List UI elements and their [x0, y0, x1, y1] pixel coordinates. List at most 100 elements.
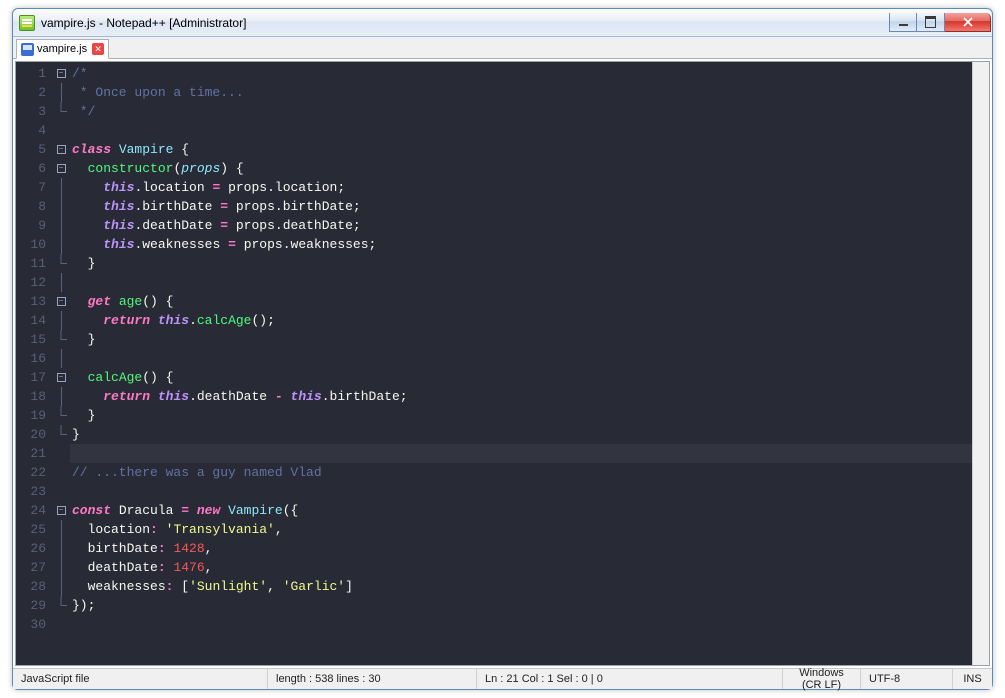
code-line[interactable]: /* — [72, 64, 972, 83]
line-number[interactable]: 19 — [16, 406, 46, 425]
code-line[interactable]: this.weaknesses = props.weaknesses; — [72, 235, 972, 254]
line-number[interactable]: 3 — [16, 102, 46, 121]
file-tab-vampire[interactable]: vampire.js ✕ — [16, 39, 109, 59]
status-length: length : 538 lines : 30 — [268, 669, 477, 689]
line-number[interactable]: 14 — [16, 311, 46, 330]
code-line[interactable]: // ...there was a guy named Vlad — [72, 463, 972, 482]
code-line[interactable]: */ — [72, 102, 972, 121]
file-tab-bar[interactable]: vampire.js ✕ — [13, 37, 992, 59]
line-number[interactable]: 7 — [16, 178, 46, 197]
line-number[interactable]: 27 — [16, 558, 46, 577]
code-line[interactable]: } — [72, 254, 972, 273]
code-line[interactable]: this.deathDate = props.deathDate; — [72, 216, 972, 235]
fold-cell — [52, 311, 70, 330]
fold-cell — [52, 178, 70, 197]
tab-close-icon[interactable]: ✕ — [92, 43, 104, 55]
code-line[interactable]: return this.calcAge(); — [72, 311, 972, 330]
line-number[interactable]: 26 — [16, 539, 46, 558]
code-line[interactable] — [72, 273, 972, 292]
line-number[interactable]: 20 — [16, 425, 46, 444]
line-number[interactable]: 29 — [16, 596, 46, 615]
vertical-scrollbar[interactable] — [972, 62, 989, 665]
line-number[interactable]: 17 — [16, 368, 46, 387]
line-number[interactable]: 28 — [16, 577, 46, 596]
fold-toggle-icon[interactable]: − — [57, 373, 66, 382]
fold-gutter[interactable]: − − − − − − — [52, 62, 70, 665]
fold-cell — [52, 444, 70, 463]
fold-cell — [52, 463, 70, 482]
fold-cell: − — [52, 159, 70, 178]
line-number[interactable]: 5 — [16, 140, 46, 159]
fold-cell — [52, 273, 70, 292]
line-number[interactable]: 8 — [16, 197, 46, 216]
line-number[interactable]: 23 — [16, 482, 46, 501]
fold-cell — [52, 425, 70, 444]
line-number[interactable]: 6 — [16, 159, 46, 178]
fold-cell: − — [52, 140, 70, 159]
code-line[interactable]: } — [72, 425, 972, 444]
line-number[interactable]: 18 — [16, 387, 46, 406]
titlebar[interactable]: vampire.js - Notepad++ [Administrator] — [13, 9, 992, 37]
line-number[interactable]: 13 — [16, 292, 46, 311]
window-title: vampire.js - Notepad++ [Administrator] — [41, 16, 246, 30]
fold-cell: − — [52, 368, 70, 387]
fold-cell — [52, 387, 70, 406]
code-line[interactable]: const Dracula = new Vampire({ — [72, 501, 972, 520]
code-line[interactable]: }); — [72, 596, 972, 615]
line-number[interactable]: 24 — [16, 501, 46, 520]
line-number[interactable]: 2 — [16, 83, 46, 102]
code-line[interactable] — [72, 121, 972, 140]
line-number[interactable]: 22 — [16, 463, 46, 482]
line-number[interactable]: 12 — [16, 273, 46, 292]
status-mode: INS — [953, 669, 992, 689]
code-line[interactable]: class Vampire { — [72, 140, 972, 159]
fold-cell — [52, 83, 70, 102]
editor-container: 1234567891011121314151617181920212223242… — [15, 61, 990, 666]
fold-toggle-icon[interactable]: − — [57, 69, 66, 78]
code-line[interactable]: constructor(props) { — [72, 159, 972, 178]
code-line[interactable]: calcAge() { — [72, 368, 972, 387]
code-line[interactable]: weaknesses: ['Sunlight', 'Garlic'] — [72, 577, 972, 596]
code-line[interactable] — [72, 615, 972, 634]
fold-cell — [52, 330, 70, 349]
minimize-button[interactable] — [889, 13, 917, 32]
fold-toggle-icon[interactable]: − — [57, 164, 66, 173]
line-number[interactable]: 16 — [16, 349, 46, 368]
line-number-gutter[interactable]: 1234567891011121314151617181920212223242… — [16, 62, 52, 665]
app-window: vampire.js - Notepad++ [Administrator] v… — [12, 8, 993, 690]
code-line[interactable]: } — [72, 330, 972, 349]
status-eol: Windows (CR LF) — [783, 669, 861, 689]
code-line[interactable]: deathDate: 1476, — [72, 558, 972, 577]
fold-cell — [52, 577, 70, 596]
code-line[interactable]: } — [72, 406, 972, 425]
window-controls — [889, 13, 991, 32]
line-number[interactable]: 21 — [16, 444, 46, 463]
maximize-button[interactable] — [917, 13, 945, 32]
close-button[interactable] — [945, 13, 991, 32]
line-number[interactable]: 4 — [16, 121, 46, 140]
code-line[interactable]: * Once upon a time... — [72, 83, 972, 102]
fold-toggle-icon[interactable]: − — [57, 297, 66, 306]
fold-cell — [52, 615, 70, 634]
code-line[interactable]: birthDate: 1428, — [72, 539, 972, 558]
fold-cell — [52, 558, 70, 577]
line-number[interactable]: 10 — [16, 235, 46, 254]
code-editor[interactable]: 1234567891011121314151617181920212223242… — [16, 62, 989, 665]
fold-toggle-icon[interactable]: − — [57, 145, 66, 154]
code-line[interactable]: this.location = props.location; — [72, 178, 972, 197]
line-number[interactable]: 11 — [16, 254, 46, 273]
code-line[interactable]: return this.deathDate - this.birthDate; — [72, 387, 972, 406]
line-number[interactable]: 30 — [16, 615, 46, 634]
code-line[interactable]: this.birthDate = props.birthDate; — [72, 197, 972, 216]
code-line[interactable]: location: 'Transylvania', — [72, 520, 972, 539]
code-line[interactable] — [72, 482, 972, 501]
fold-toggle-icon[interactable]: − — [57, 506, 66, 515]
fold-cell — [52, 197, 70, 216]
line-number[interactable]: 1 — [16, 64, 46, 83]
code-line[interactable]: get age() { — [72, 292, 972, 311]
line-number[interactable]: 25 — [16, 520, 46, 539]
line-number[interactable]: 9 — [16, 216, 46, 235]
code-line[interactable] — [72, 349, 972, 368]
line-number[interactable]: 15 — [16, 330, 46, 349]
code-area[interactable]: /* * Once upon a time... */ class Vampir… — [70, 62, 972, 665]
